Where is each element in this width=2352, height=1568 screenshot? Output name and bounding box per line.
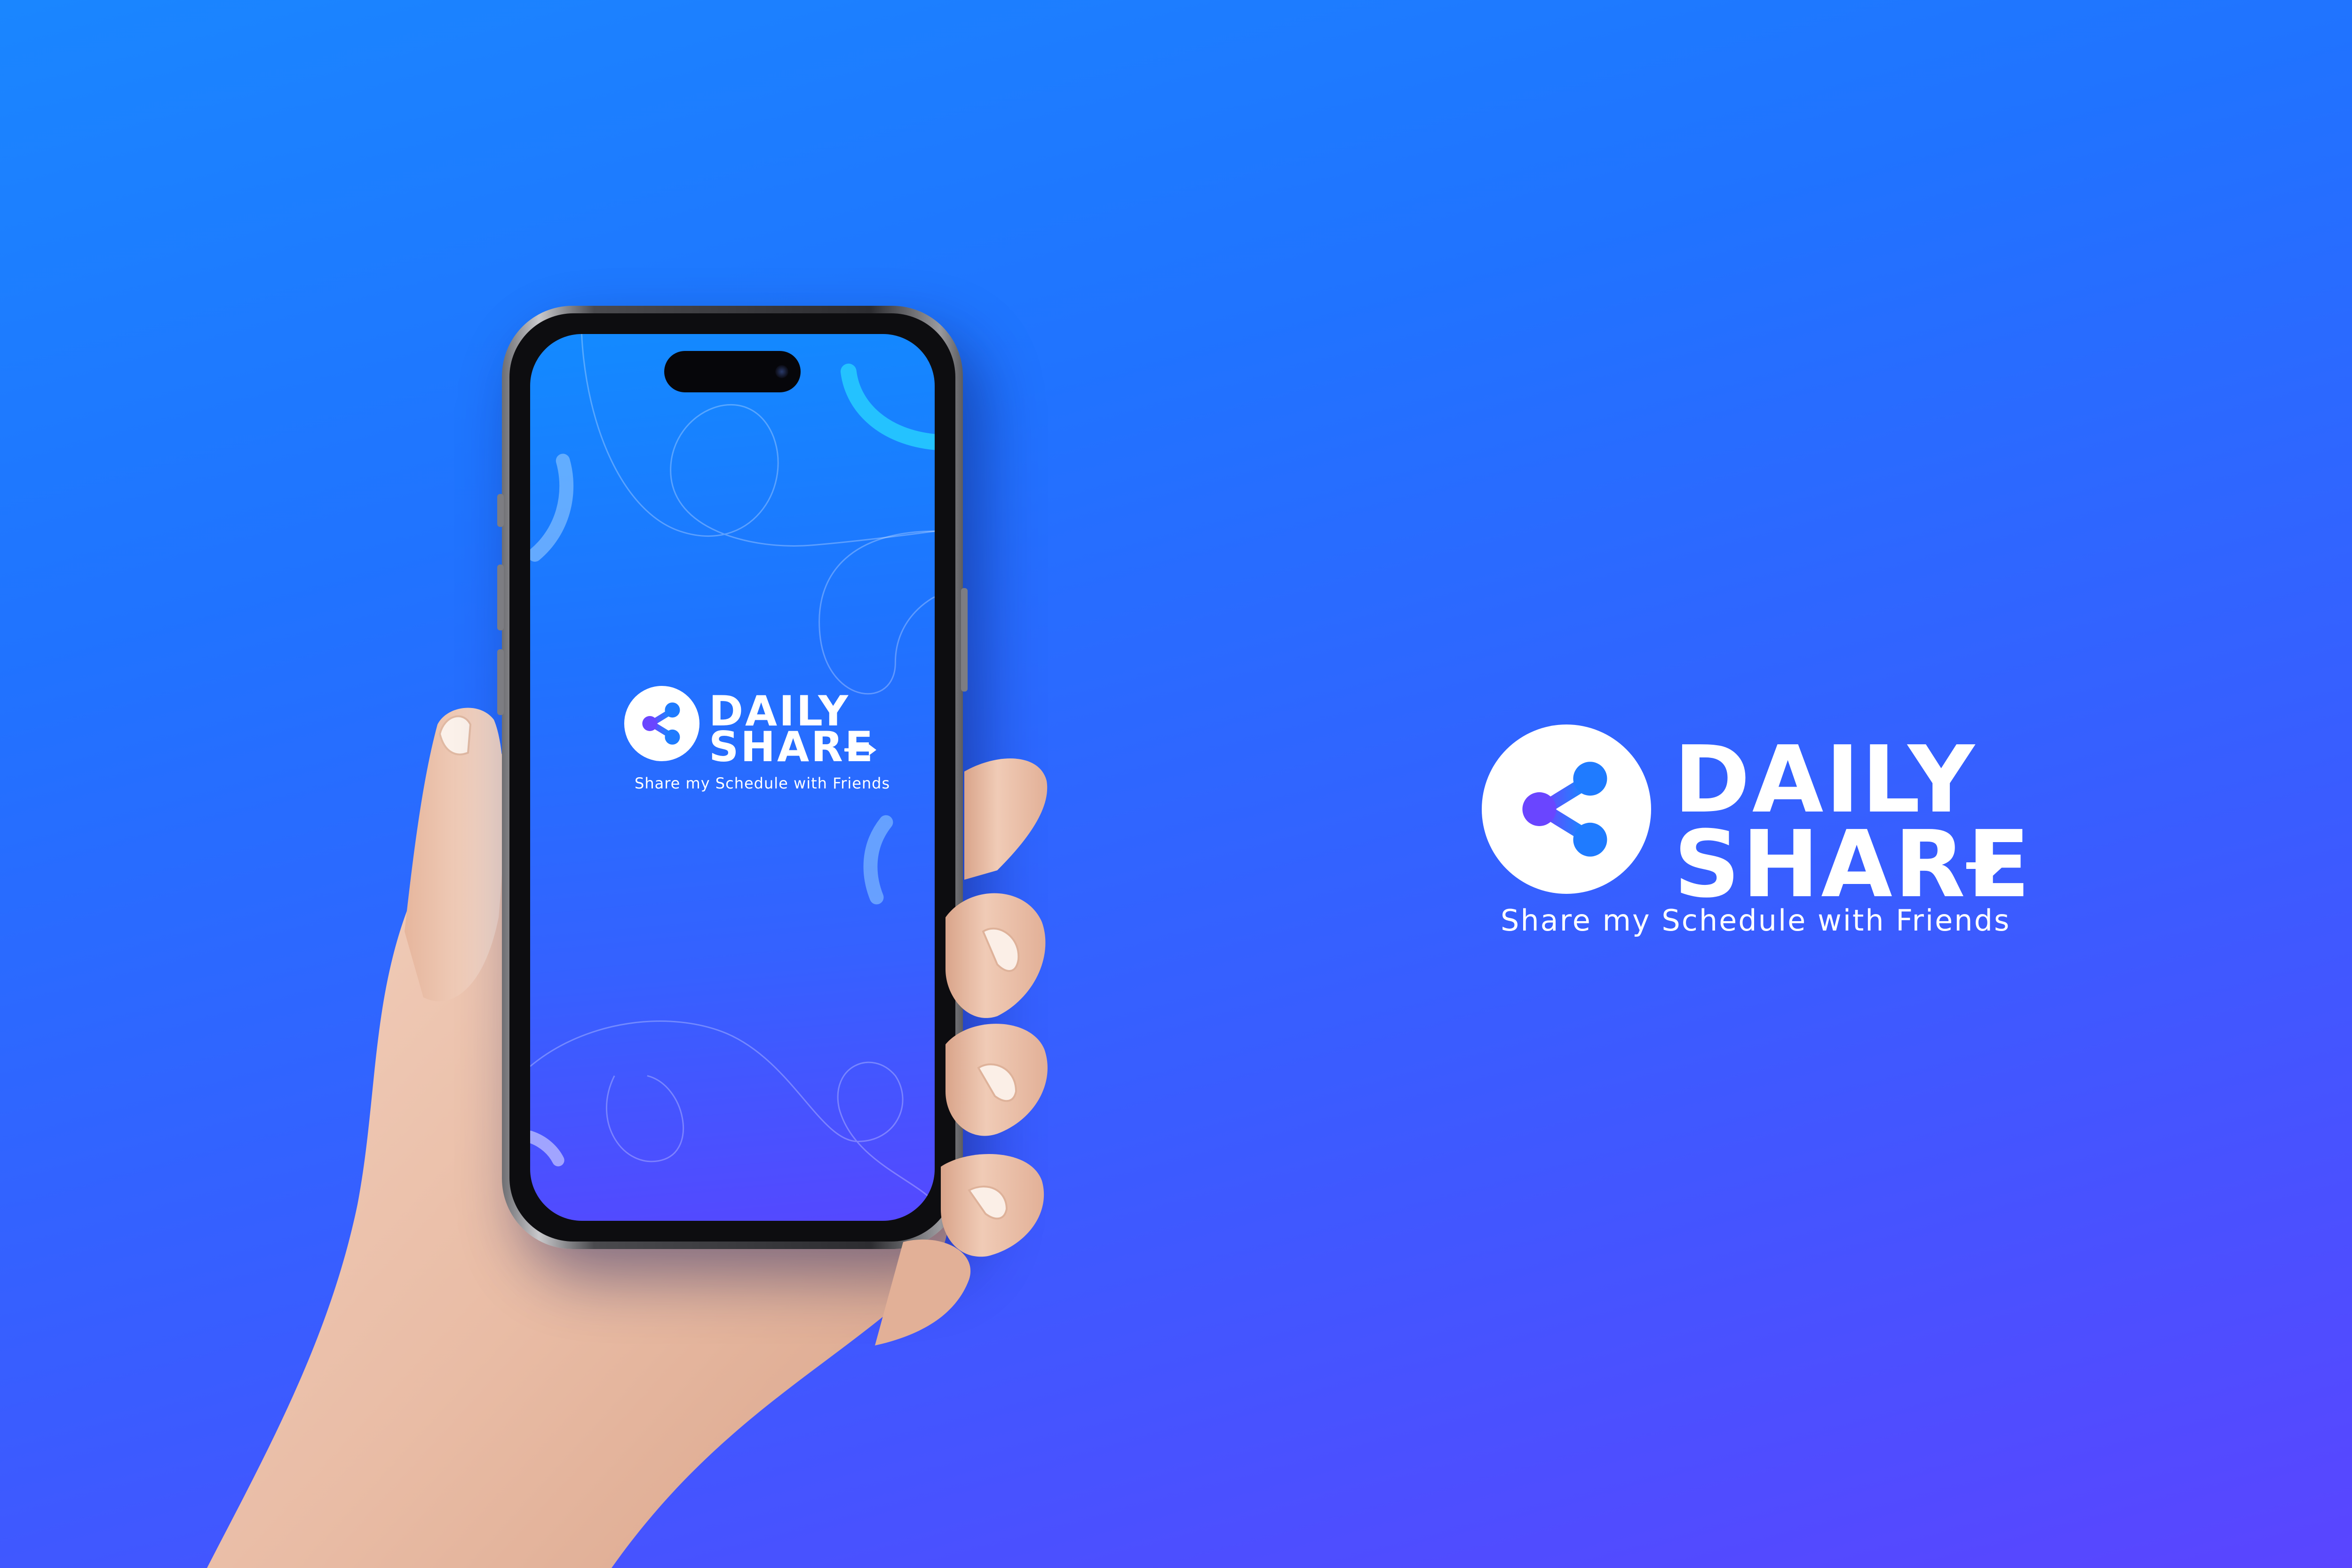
phone-bezel: DAILY SHARE Share my Schedule with Frien… <box>509 313 955 1242</box>
brand-tagline: Share my Schedule with Friends <box>1501 903 2011 938</box>
phone-volume-down-button <box>497 649 504 715</box>
app-splash-screen: DAILY SHARE Share my Schedule with Frien… <box>530 334 935 1221</box>
share-icon <box>1482 724 1651 894</box>
splash-logo: DAILY SHARE Share my Schedule with Frien… <box>624 686 906 804</box>
front-camera <box>775 365 788 378</box>
share-icon <box>624 686 699 761</box>
phone-device: DAILY SHARE Share my Schedule with Frien… <box>497 306 968 1249</box>
brand-logo: DAILY SHARE Share my Schedule with Frien… <box>1482 724 2030 946</box>
splash-tagline: Share my Schedule with Friends <box>635 774 890 792</box>
dynamic-island <box>664 351 801 392</box>
phone-power-button <box>961 588 968 692</box>
mockup-stage: DAILY SHARE Share my Schedule with Frien… <box>0 0 2352 1568</box>
arrow-right-icon <box>1966 855 2004 876</box>
phone-volume-up-button <box>497 565 504 630</box>
arrow-right-icon <box>844 744 876 756</box>
phone-action-button <box>497 494 504 527</box>
